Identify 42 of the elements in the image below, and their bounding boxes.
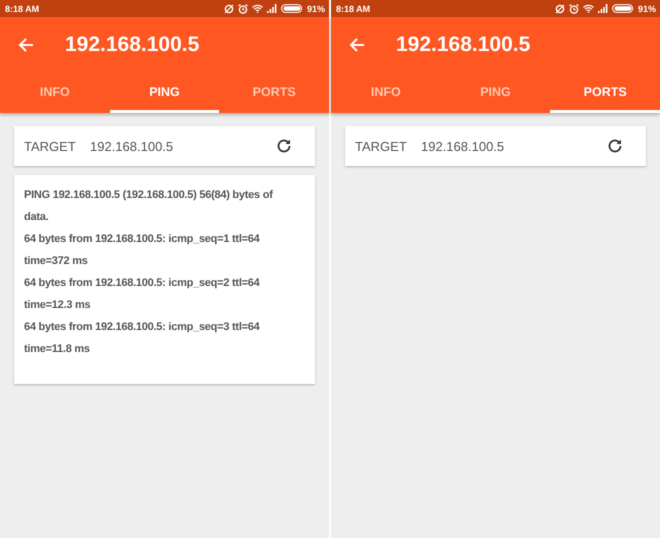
tab[interactable]: PING [440, 73, 550, 113]
battery-icon [280, 4, 303, 13]
ping-output-line: 64 bytes from 192.168.100.5: icmp_seq=3 ttl=64 [24, 320, 261, 335]
ping-output-line: 64 bytes from 192.168.100.5: icmp_seq=1 ttl=64 [24, 232, 261, 247]
back-arrow-icon [17, 36, 35, 54]
signal-icon [598, 4, 608, 13]
ping-output-line: time=11.8 ms [24, 342, 91, 357]
sync-off-icon [554, 4, 565, 14]
alarm-icon [238, 4, 248, 14]
signal-icon [266, 4, 277, 13]
target-value: 192.168.100.5 [421, 138, 506, 154]
refresh-icon [606, 137, 624, 155]
battery-level: 91% [638, 4, 656, 14]
target-value: 192.168.100.5 [90, 138, 174, 154]
tab[interactable]: INFO [331, 73, 441, 113]
status-time: 8:18 AM [5, 4, 40, 14]
screen-title: 192.168.100.5 [65, 33, 200, 57]
refresh-button[interactable] [275, 137, 293, 155]
wifi-icon [252, 4, 263, 13]
tab[interactable]: PING [110, 73, 220, 113]
ping-output-line: 64 bytes from 192.168.100.5: icmp_seq=2 ttl=64 [24, 276, 261, 291]
back-button[interactable] [348, 36, 366, 54]
battery-icon [612, 4, 634, 13]
screen-title: 192.168.100.5 [396, 33, 530, 57]
sync-off-icon [224, 4, 234, 14]
alarm-icon [568, 4, 579, 14]
tab[interactable]: INFO [0, 73, 110, 113]
status-time: 8:18 AM [336, 4, 370, 14]
refresh-button[interactable] [606, 137, 624, 155]
wifi-icon [582, 4, 594, 13]
ping-output-line: data. [24, 210, 50, 225]
battery-level: 91% [306, 4, 325, 14]
back-button[interactable] [17, 36, 35, 54]
ping-output-line: time=372 ms [24, 254, 89, 269]
target-label: TARGET [24, 138, 77, 154]
ping-output-line: PING 192.168.100.5 (192.168.100.5) 56(84) bytes of [24, 188, 274, 203]
refresh-icon [275, 137, 293, 155]
target-label: TARGET [355, 138, 408, 154]
back-arrow-icon [348, 36, 366, 54]
ping-output-line: time=12.3 ms [24, 298, 92, 313]
tab[interactable]: PORTS [550, 73, 660, 113]
tab[interactable]: PORTS [219, 73, 330, 113]
